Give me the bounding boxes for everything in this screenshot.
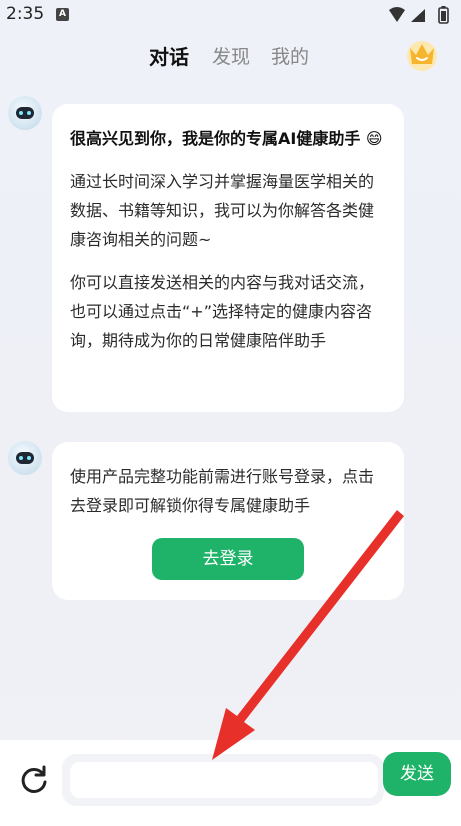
- status-bar: 2:35 A: [0, 0, 461, 30]
- status-time: 2:35: [6, 4, 45, 24]
- message-input[interactable]: [70, 762, 378, 798]
- message-input-container: [62, 754, 384, 806]
- signal-icon: [411, 9, 425, 22]
- refresh-icon[interactable]: [18, 764, 50, 796]
- login-button[interactable]: 去登录: [152, 538, 304, 580]
- crown-icon[interactable]: [403, 36, 441, 72]
- assistant-avatar: [8, 441, 42, 475]
- input-bar: 发送: [0, 740, 461, 826]
- tab-mine[interactable]: 我的: [271, 42, 309, 69]
- message-paragraph: 通过长时间深入学习并掌握海量医学相关的数据、书籍等知识，我可以为你解答各类健康咨…: [70, 172, 375, 249]
- message-title: 很高兴见到你，我是你的专属AI健康助手 😄: [70, 129, 383, 148]
- assistant-message-welcome: 很高兴见到你，我是你的专属AI健康助手 😄 通过长时间深入学习并掌握海量医学相关…: [52, 104, 404, 412]
- wifi-icon: [389, 7, 405, 22]
- notification-icon: A: [56, 8, 69, 21]
- send-button[interactable]: 发送: [383, 752, 451, 796]
- message-paragraph: 使用产品完整功能前需进行账号登录，点击去登录即可解锁你得专属健康助手: [70, 467, 375, 515]
- tab-discover[interactable]: 发现: [212, 42, 250, 69]
- message-paragraph: 你可以直接发送相关的内容与我对话交流，也可以通过点击“+”选择特定的健康内容咨询…: [70, 273, 375, 350]
- top-nav: 对话 发现 我的: [0, 36, 461, 76]
- assistant-avatar: [8, 96, 42, 130]
- tab-dialog[interactable]: 对话: [149, 41, 189, 70]
- status-icons: [389, 6, 449, 24]
